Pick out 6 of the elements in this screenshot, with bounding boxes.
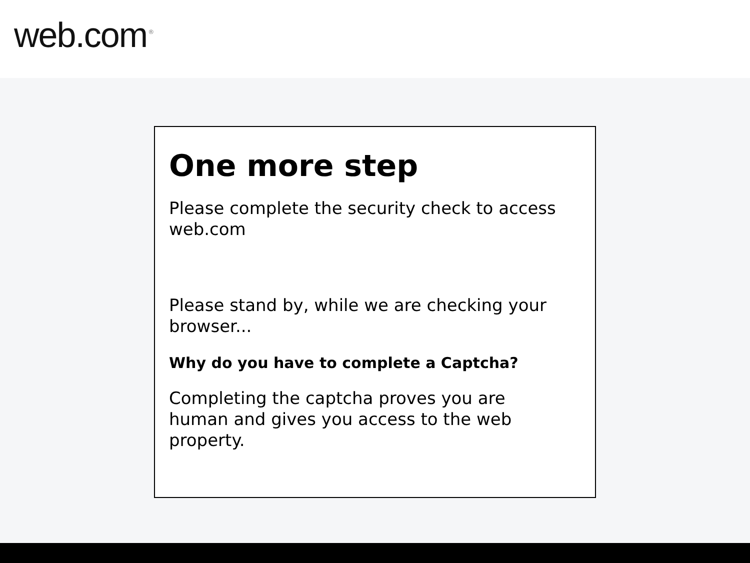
page-title: One more step <box>169 149 420 185</box>
status-text: Please stand by, while we are checking your browser... <box>169 296 548 338</box>
question-heading: Why do you have to complete a Captcha? <box>169 354 520 372</box>
subtitle: Please complete the security check to access web.com <box>169 199 557 241</box>
logo[interactable]: web.com <box>14 17 148 56</box>
answer-text: Completing the captcha proves you are human and gives you access to the web property. <box>169 389 513 452</box>
